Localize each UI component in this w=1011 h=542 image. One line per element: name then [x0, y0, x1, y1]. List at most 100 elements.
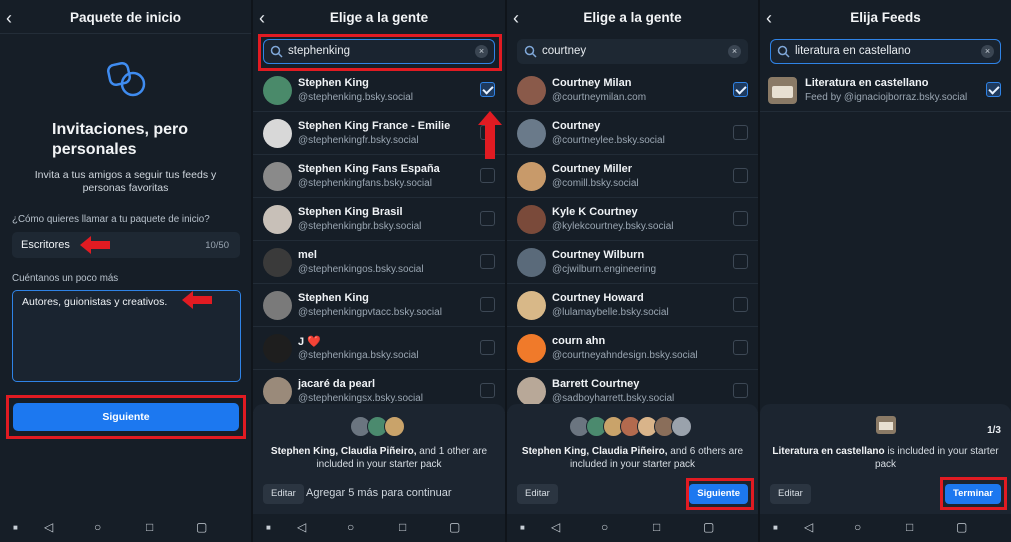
checkbox-icon[interactable] — [733, 383, 748, 398]
checkbox-icon[interactable] — [986, 82, 1001, 97]
checkbox-icon[interactable] — [480, 297, 495, 312]
person-row[interactable]: Stephen King Brasil @stephenkingbr.bsky.s… — [253, 198, 505, 241]
header: ‹ Elige a la gente — [253, 0, 505, 36]
person-row[interactable]: Courtney Milan @courtneymilan.com — [507, 69, 758, 112]
checkbox-icon[interactable] — [733, 82, 748, 97]
feed-thumbnail — [768, 77, 797, 104]
nav-home-icon[interactable]: ○ — [601, 520, 608, 534]
edit-button[interactable]: Editar — [263, 484, 304, 504]
search-input[interactable]: courtney × — [517, 39, 748, 64]
nav-dot-icon[interactable]: ■ — [266, 523, 271, 532]
person-row[interactable]: Courtney Howard @lulamaybelle.bsky.social — [507, 284, 758, 327]
edit-button[interactable]: Editar — [517, 484, 558, 504]
people-panel-stephenking: ‹ Elige a la gente stephenking × Stephen… — [253, 0, 505, 542]
person-name: Stephen King France - Emilie — [298, 120, 451, 132]
nav-home-icon[interactable]: ○ — [854, 520, 861, 534]
person-row[interactable]: Stephen King France - Emilie @stephenking… — [253, 112, 505, 155]
selection-message: Stephen King, Claudia Piñeiro, and 1 oth… — [270, 446, 488, 470]
checkbox-icon[interactable] — [480, 383, 495, 398]
nav-home-icon[interactable]: ○ — [94, 520, 101, 534]
person-row[interactable]: Courtney Wilburn @cjwilburn.engineering — [507, 241, 758, 284]
pack-name-label: ¿Cómo quieres llamar a tu paquete de ini… — [12, 214, 210, 225]
person-handle: @stephenking.bsky.social — [298, 92, 414, 103]
checkbox-icon[interactable] — [733, 254, 748, 269]
nav-square-icon[interactable]: ▢ — [703, 520, 714, 534]
nav-back-icon[interactable]: ◁ — [551, 520, 560, 534]
checkbox-icon[interactable] — [733, 340, 748, 355]
nav-back-icon[interactable]: ◁ — [804, 520, 813, 534]
nav-square-icon[interactable]: ▢ — [956, 520, 967, 534]
finish-button[interactable]: Terminar — [945, 484, 1001, 504]
avatar — [263, 205, 292, 234]
nav-square-icon[interactable]: ▢ — [196, 520, 207, 534]
nav-dot-icon[interactable]: ■ — [13, 523, 18, 532]
feed-row[interactable]: Literatura en castellano Feed by @ignaci… — [760, 69, 1011, 112]
person-row[interactable]: Stephen King @stephenking.bsky.social — [253, 69, 505, 112]
selection-sheet: 1/3 Literatura en castellano is included… — [760, 404, 1011, 514]
person-name: Stephen King Brasil — [298, 206, 403, 218]
page-subtitle: Invita a tus amigos a seguir tus feeds y… — [34, 169, 217, 194]
person-name: Courtney Wilburn — [552, 249, 645, 261]
description-value: Autores, guionistas y creativos. — [22, 296, 168, 308]
avatar — [263, 334, 292, 363]
checkbox-icon[interactable] — [480, 211, 495, 226]
person-name: J ❤️ — [298, 336, 321, 348]
checkbox-icon[interactable] — [480, 168, 495, 183]
checkbox-icon[interactable] — [480, 82, 495, 97]
nav-square-icon[interactable]: ▢ — [449, 520, 460, 534]
header: ‹ Elija Feeds — [760, 0, 1011, 36]
person-row[interactable]: Courtney Miller @comill.bsky.social — [507, 155, 758, 198]
next-button[interactable]: Siguiente — [13, 403, 239, 431]
selection-message: Literatura en castellano is included in … — [772, 446, 999, 470]
page-title: Elige a la gente — [329, 10, 429, 25]
nav-recents-icon[interactable]: □ — [906, 520, 913, 534]
person-row[interactable]: Kyle K Courtney @kylekcourtney.bsky.socia… — [507, 198, 758, 241]
checkbox-icon[interactable] — [733, 211, 748, 226]
person-row[interactable]: courn ahn @courtneyahndesign.bsky.social — [507, 327, 758, 370]
red-arrow-left — [182, 291, 212, 309]
nav-recents-icon[interactable]: □ — [146, 520, 153, 534]
person-name: Courtney — [552, 120, 601, 132]
checkbox-icon[interactable] — [733, 125, 748, 140]
selection-message: Stephen King, Claudia Piñeiro, and 6 oth… — [521, 446, 744, 470]
char-counter: 10/50 — [205, 240, 229, 251]
checkbox-icon[interactable] — [733, 168, 748, 183]
next-button[interactable]: Siguiente — [689, 484, 748, 504]
selected-avatars — [253, 416, 505, 437]
person-row[interactable]: Stephen King @stephenkingpvtacc.bsky.soci… — [253, 284, 505, 327]
checkbox-icon[interactable] — [480, 254, 495, 269]
person-handle: @stephenkingpvtacc.bsky.social — [298, 307, 442, 318]
person-row[interactable]: mel @stephenkingos.bsky.social — [253, 241, 505, 284]
pack-name-field[interactable]: Escritores 10/50 — [12, 232, 240, 258]
clear-icon[interactable]: × — [475, 45, 488, 58]
nav-back-icon[interactable]: ◁ — [297, 520, 306, 534]
search-input[interactable]: literatura en castellano × — [770, 39, 1001, 64]
nav-home-icon[interactable]: ○ — [347, 520, 354, 534]
person-row[interactable]: J ❤️ @stephenkinga.bsky.social — [253, 327, 505, 370]
nav-recents-icon[interactable]: □ — [399, 520, 406, 534]
person-handle: @stephenkingos.bsky.social — [298, 264, 424, 275]
avatar — [671, 416, 692, 437]
nav-recents-icon[interactable]: □ — [653, 520, 660, 534]
person-row[interactable]: Stephen King Fans España @stephenkingfans… — [253, 155, 505, 198]
person-row[interactable]: Courtney @courtneylee.bsky.social — [507, 112, 758, 155]
nav-dot-icon[interactable]: ■ — [773, 523, 778, 532]
checkbox-icon[interactable] — [480, 340, 495, 355]
nav-dot-icon[interactable]: ■ — [520, 523, 525, 532]
search-input[interactable]: stephenking × — [263, 39, 495, 64]
page-title: Elige a la gente — [583, 10, 682, 25]
person-handle: @sadboyharrett.bsky.social — [552, 393, 675, 404]
clear-icon[interactable]: × — [728, 45, 741, 58]
clear-icon[interactable]: × — [981, 45, 994, 58]
checkbox-icon[interactable] — [733, 297, 748, 312]
avatar — [263, 377, 292, 406]
selected-avatars — [507, 416, 758, 437]
nav-back-icon[interactable]: ◁ — [44, 520, 53, 534]
system-navbar: ■ ◁ ○ □ ▢ — [253, 514, 505, 542]
avatar — [383, 416, 405, 437]
person-handle: @courtneymilan.com — [552, 92, 647, 103]
avatar — [517, 205, 546, 234]
edit-button[interactable]: Editar — [770, 484, 811, 504]
search-icon — [524, 45, 537, 58]
person-name: Stephen King — [298, 292, 369, 304]
